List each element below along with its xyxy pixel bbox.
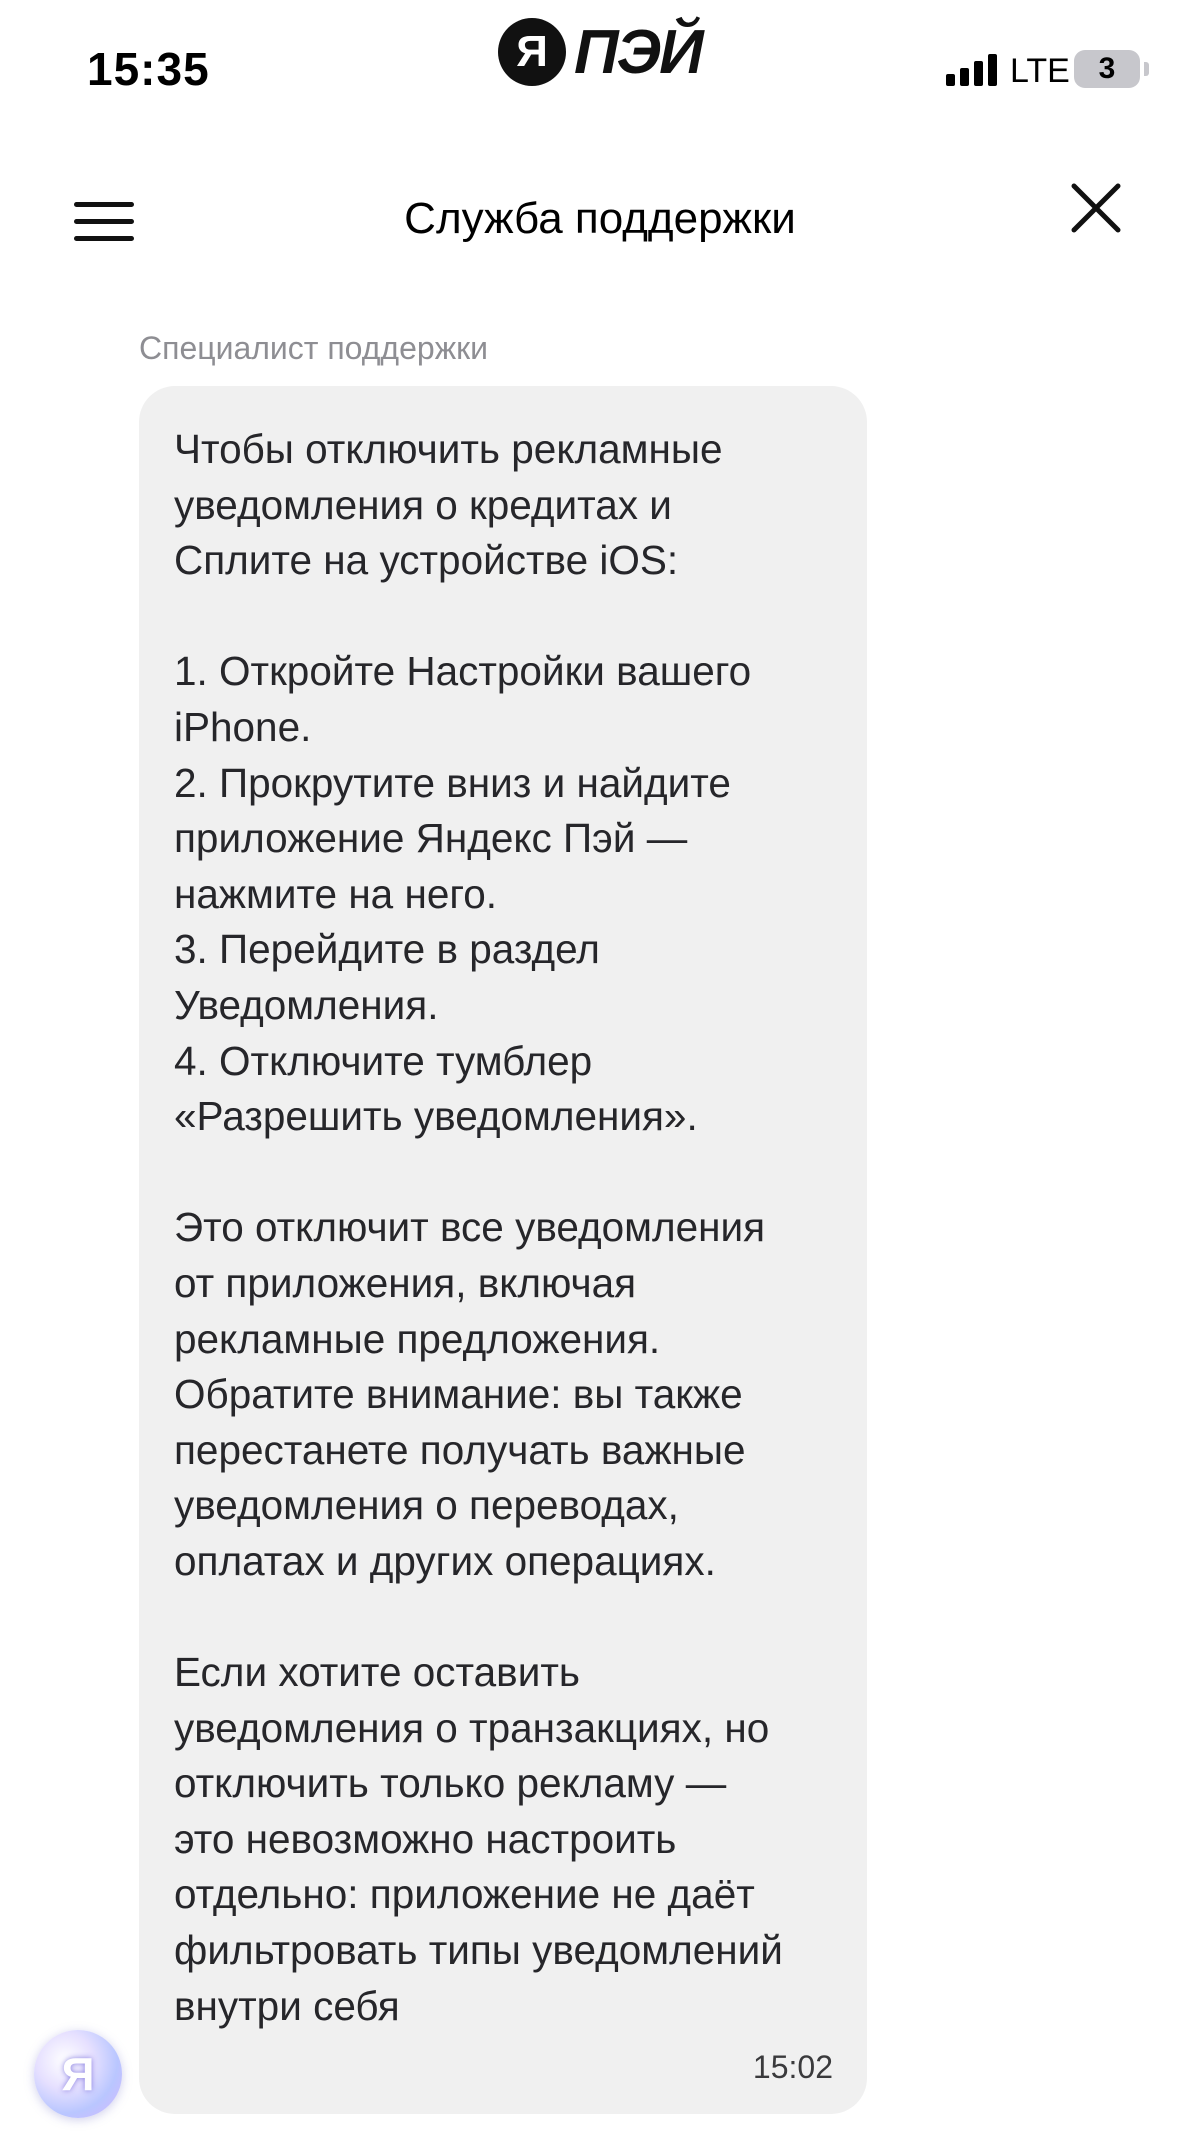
brand-name: ПЭЙ [574, 17, 704, 87]
message-time: 15:02 [752, 2049, 833, 2085]
battery-nub [1144, 62, 1149, 76]
message-sender: Специалист поддержки [139, 330, 488, 366]
message-bubble: Чтобы отключить рекламные уведомления о … [139, 386, 867, 2114]
page-title: Служба поддержки [404, 194, 796, 243]
close-icon[interactable] [1070, 182, 1122, 234]
header: Служба поддержки [0, 160, 1200, 280]
alice-letter: Я [61, 2048, 95, 2100]
network-type: LTE [1010, 52, 1070, 90]
status-time: 15:35 [87, 43, 210, 95]
battery-icon: 3 [1074, 50, 1140, 88]
message-text: Чтобы отключить рекламные уведомления о … [174, 426, 783, 2029]
status-bar: 15:35 Я ПЭЙ LTE 3 [0, 0, 1200, 130]
signal-icon [946, 54, 997, 86]
brand-letter: Я [498, 18, 566, 86]
brand-logo: Я ПЭЙ [498, 16, 704, 88]
battery-level: 3 [1098, 52, 1116, 85]
alice-assistant-button[interactable]: Я [34, 2030, 122, 2118]
